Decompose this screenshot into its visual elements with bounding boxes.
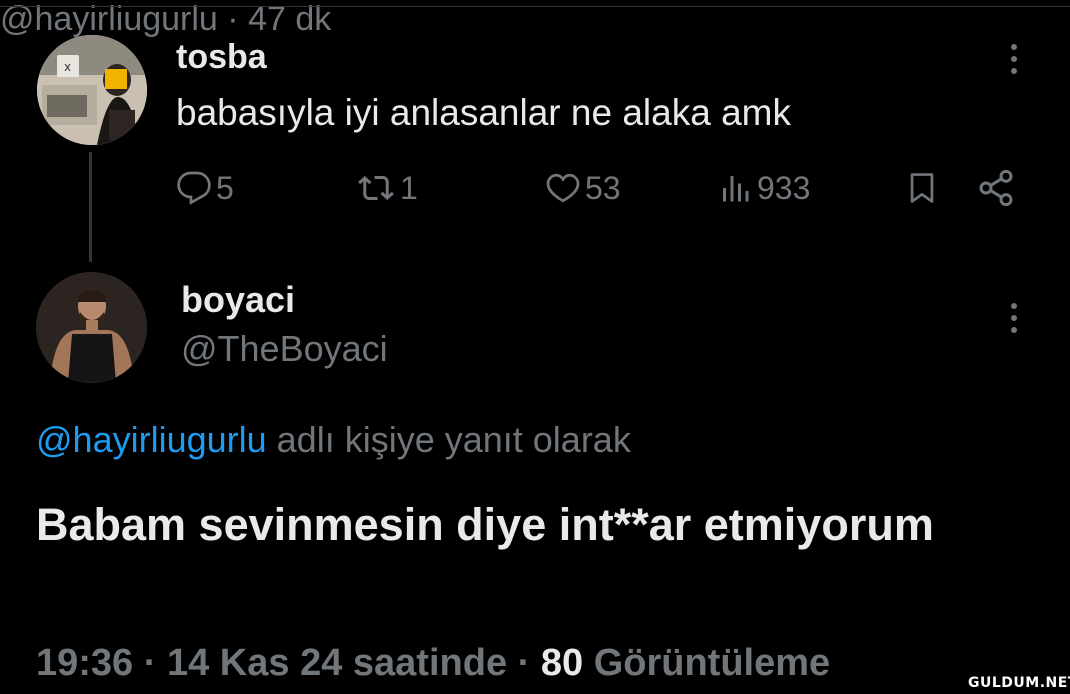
tweet-time[interactable]: 19:36 <box>36 642 133 684</box>
avatar[interactable]: x <box>37 35 147 145</box>
parent-display-name[interactable]: tosba <box>176 38 267 77</box>
heart-icon <box>546 173 580 203</box>
share-icon <box>979 169 1013 207</box>
parent-tweet-text: babasıyla iyi anlasanlar ne alaka amk <box>176 92 791 133</box>
view-count: 933 <box>757 169 811 206</box>
more-dot-icon <box>1011 68 1017 74</box>
footer-view-count: 80 <box>540 642 584 684</box>
reply-count: 5 <box>216 169 234 206</box>
svg-text:x: x <box>64 60 71 74</box>
more-options-button[interactable] <box>1011 44 1019 74</box>
action-bar: 5 1 53 933 <box>0 166 1070 210</box>
footer-view-label[interactable]: Görüntüleme <box>594 642 830 684</box>
more-dot-icon <box>1011 303 1017 309</box>
top-divider <box>0 6 1070 7</box>
avatar-image <box>36 272 147 383</box>
bookmark-button[interactable] <box>905 166 939 210</box>
retweet-icon <box>358 175 394 201</box>
reply-tweet-text: Babam sevinmesin diye int**ar etmiyorum <box>36 499 934 550</box>
like-button[interactable]: 53 <box>545 166 621 210</box>
views-chart-icon <box>723 176 749 202</box>
more-dot-icon <box>1011 56 1017 62</box>
more-options-button[interactable] <box>1011 303 1019 333</box>
replying-to-line: @hayirliugurlu adlı kişiye yanıt olarak <box>36 419 631 461</box>
more-dot-icon <box>1011 327 1017 333</box>
reply-to-mention-link[interactable]: @hayirliugurlu <box>36 419 267 460</box>
more-dot-icon <box>1011 315 1017 321</box>
avatar[interactable] <box>36 272 147 383</box>
share-button[interactable] <box>976 166 1016 210</box>
reply-display-name[interactable]: boyaci <box>181 279 295 321</box>
watermark: GULDUM.NET <box>968 675 1070 691</box>
avatar-image: x <box>37 35 147 145</box>
reply-icon <box>177 171 211 205</box>
tweet-date[interactable]: 14 Kas 24 saatinde <box>167 642 507 684</box>
like-count: 53 <box>585 169 621 206</box>
bookmark-icon <box>910 173 934 203</box>
footer-separator: · <box>143 642 157 684</box>
reply-handle[interactable]: @TheBoyaci <box>181 328 388 370</box>
retweet-button[interactable]: 1 <box>356 166 418 210</box>
tweet-footer: 19:36 · 14 Kas 24 saatinde · 80 Görüntül… <box>36 642 830 685</box>
reply-to-suffix: adlı kişiye yanıt olarak <box>266 419 631 460</box>
retweet-count: 1 <box>400 169 418 206</box>
more-dot-icon <box>1011 44 1017 50</box>
views-button[interactable]: 933 <box>717 166 810 210</box>
footer-separator: · <box>517 642 531 684</box>
reply-button[interactable]: 5 <box>176 166 234 210</box>
